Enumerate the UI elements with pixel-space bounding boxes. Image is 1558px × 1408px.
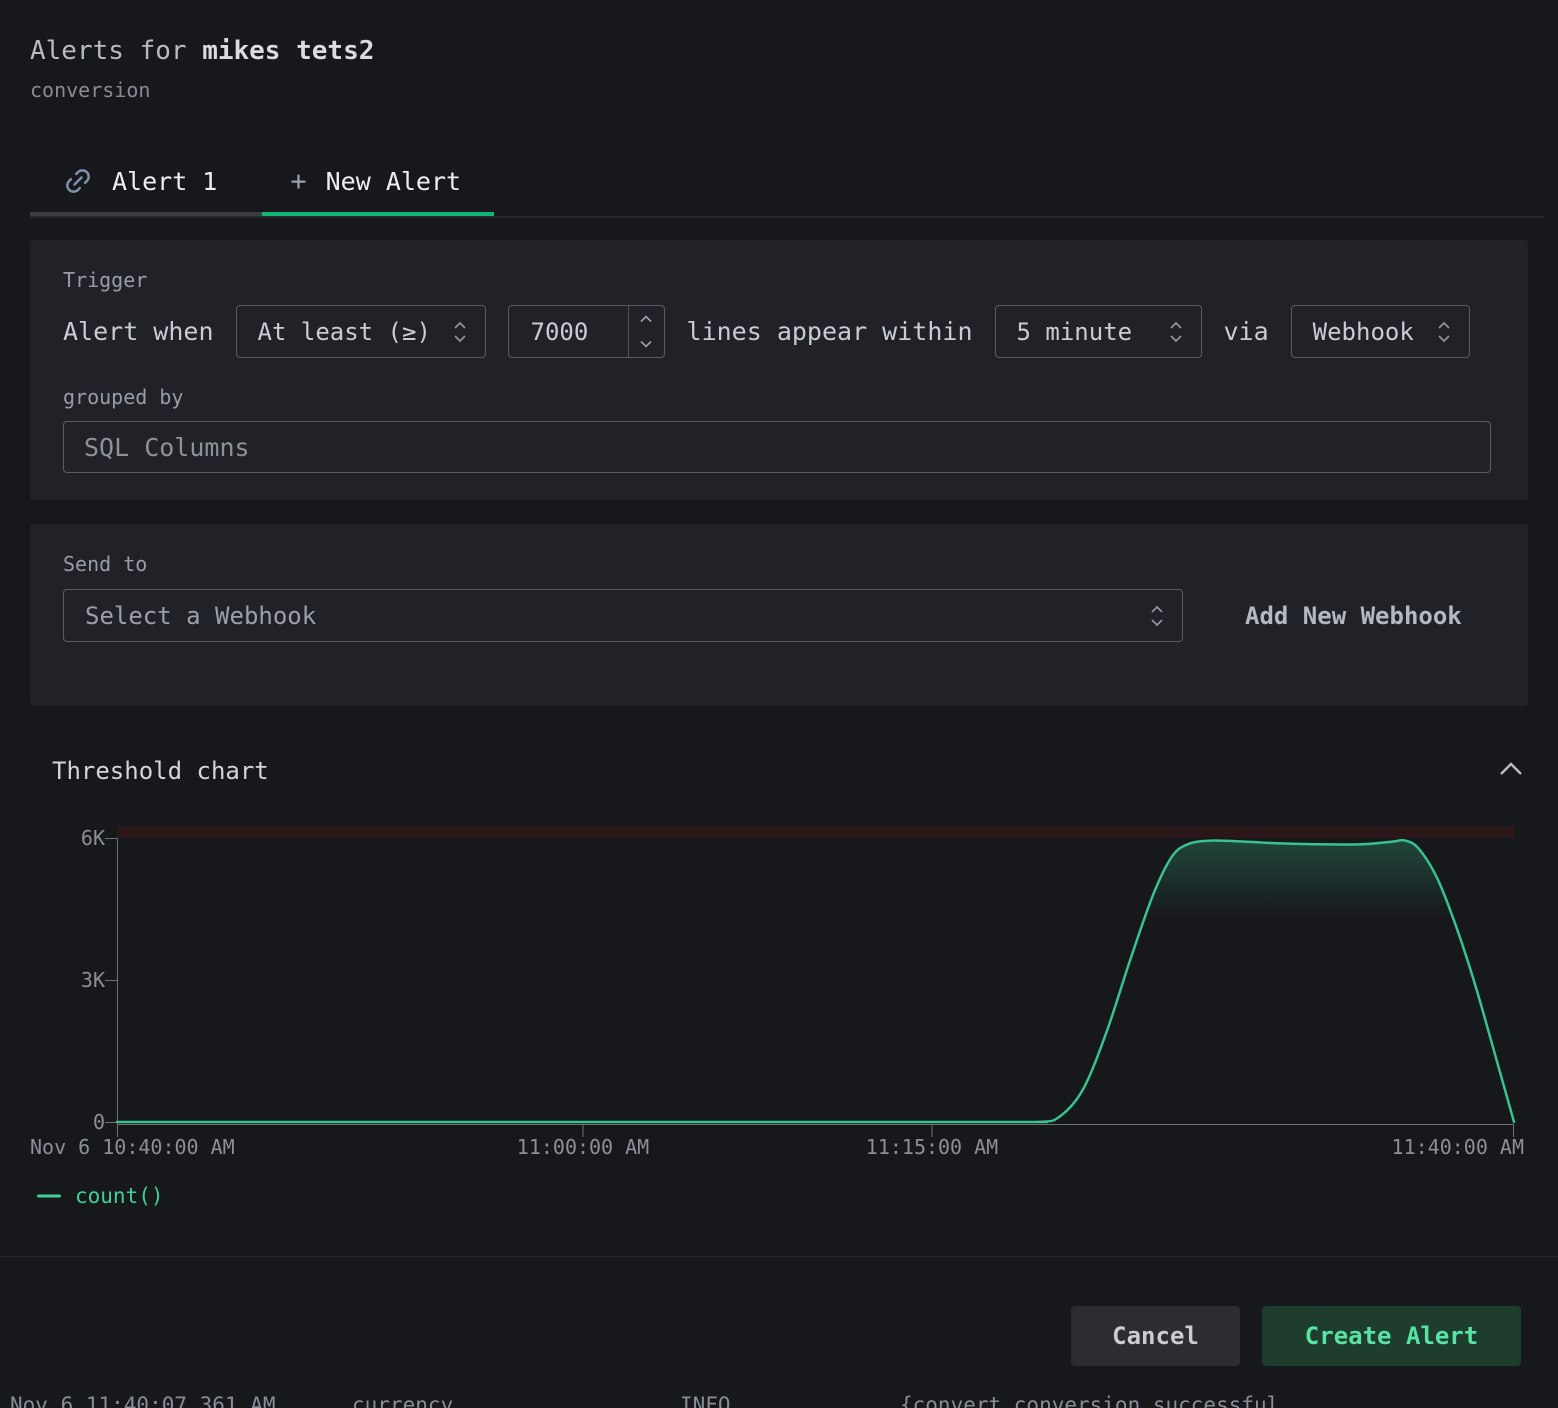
send-to-row: Select a Webhook Add New Webhook <box>63 589 1495 642</box>
page-title-name: mikes tets2 <box>202 36 374 66</box>
page-subtitle: conversion <box>30 78 150 102</box>
x-axis-label-start: Nov 6 10:40:00 AM <box>30 1135 235 1159</box>
page-title-prefix: Alerts for <box>30 36 202 66</box>
webhook-select[interactable]: Select a Webhook <box>63 589 1183 642</box>
comparator-select[interactable]: At least (≥) <box>236 305 486 358</box>
chevron-up-down-icon <box>1168 319 1185 345</box>
log-message: {convert conversion successful <box>900 1393 1279 1408</box>
background-log-row: Nov 6 11:40:07.361 AM currency INFO {con… <box>0 1393 1558 1408</box>
threshold-input[interactable] <box>509 306 628 357</box>
log-level: INFO <box>680 1393 731 1408</box>
grouped-by-label: grouped by <box>63 385 1495 409</box>
threshold-band <box>117 826 1514 838</box>
send-to-panel: Send to Select a Webhook Add New Webhook <box>30 524 1528 706</box>
series-area-fill <box>117 840 1514 1122</box>
tab-alert-1-label: Alert 1 <box>112 167 217 196</box>
x-axis-label-1100: 11:00:00 AM <box>517 1135 649 1159</box>
chevron-up-icon[interactable] <box>1494 752 1528 786</box>
x-axis-label-1115: 11:15:00 AM <box>866 1135 998 1159</box>
alert-tabs: Alert 1 + New Alert <box>30 150 1544 218</box>
footer-divider <box>0 1256 1558 1257</box>
channel-select[interactable]: Webhook <box>1291 305 1470 358</box>
group-by-input[interactable] <box>63 421 1491 473</box>
cancel-button[interactable]: Cancel <box>1071 1306 1240 1366</box>
threshold-number-input <box>508 305 665 358</box>
tab-new-alert[interactable]: + New Alert <box>262 150 494 216</box>
threshold-chart-title: Threshold chart <box>52 757 269 785</box>
spinner-down-button[interactable] <box>629 332 664 358</box>
x-axis-label-end: 11:40:00 AM <box>1392 1135 1524 1159</box>
send-to-section-label: Send to <box>63 552 1495 576</box>
create-alert-modal: Alerts for mikes tets2 conversion Alert … <box>0 0 1558 1408</box>
lines-appear-within-label: lines appear within <box>687 317 973 346</box>
add-new-webhook-button[interactable]: Add New Webhook <box>1245 602 1462 630</box>
legend-line-swatch <box>37 1194 61 1198</box>
trigger-section-label: Trigger <box>63 268 1495 292</box>
webhook-select-placeholder: Select a Webhook <box>85 602 316 630</box>
y-axis-label-0: 0 <box>40 1110 105 1134</box>
channel-value: Webhook <box>1313 318 1414 346</box>
y-axis-label-6k: 6K <box>40 826 105 850</box>
page-title: Alerts for mikes tets2 <box>30 36 374 66</box>
log-service: currency <box>352 1393 453 1408</box>
legend-label: count() <box>75 1184 164 1208</box>
chevron-up-down-icon <box>1436 319 1453 345</box>
via-label: via <box>1224 317 1269 346</box>
chevron-up-down-icon <box>1149 603 1166 629</box>
threshold-chart-plot <box>0 800 1558 1160</box>
window-select[interactable]: 5 minute <box>995 305 1202 358</box>
comparator-value: At least (≥) <box>258 318 431 346</box>
plus-icon: + <box>290 166 306 197</box>
log-timestamp: Nov 6 11:40:07.361 AM <box>10 1393 276 1408</box>
tab-alert-1[interactable]: Alert 1 <box>30 150 262 216</box>
trigger-row: Alert when At least (≥) lines <box>63 305 1495 358</box>
y-axis-label-3k: 3K <box>40 968 105 992</box>
window-value: 5 minute <box>1017 318 1133 346</box>
create-alert-button[interactable]: Create Alert <box>1262 1306 1521 1366</box>
tab-new-alert-label: New Alert <box>326 167 461 196</box>
trigger-panel: Trigger Alert when At least (≥) <box>30 240 1528 500</box>
threshold-spinner <box>628 306 664 357</box>
chevron-up-down-icon <box>452 319 469 345</box>
legend-item-count[interactable]: count() <box>37 1184 164 1208</box>
spinner-up-button[interactable] <box>629 306 664 332</box>
link-icon <box>63 166 93 196</box>
alert-when-label: Alert when <box>63 317 214 346</box>
